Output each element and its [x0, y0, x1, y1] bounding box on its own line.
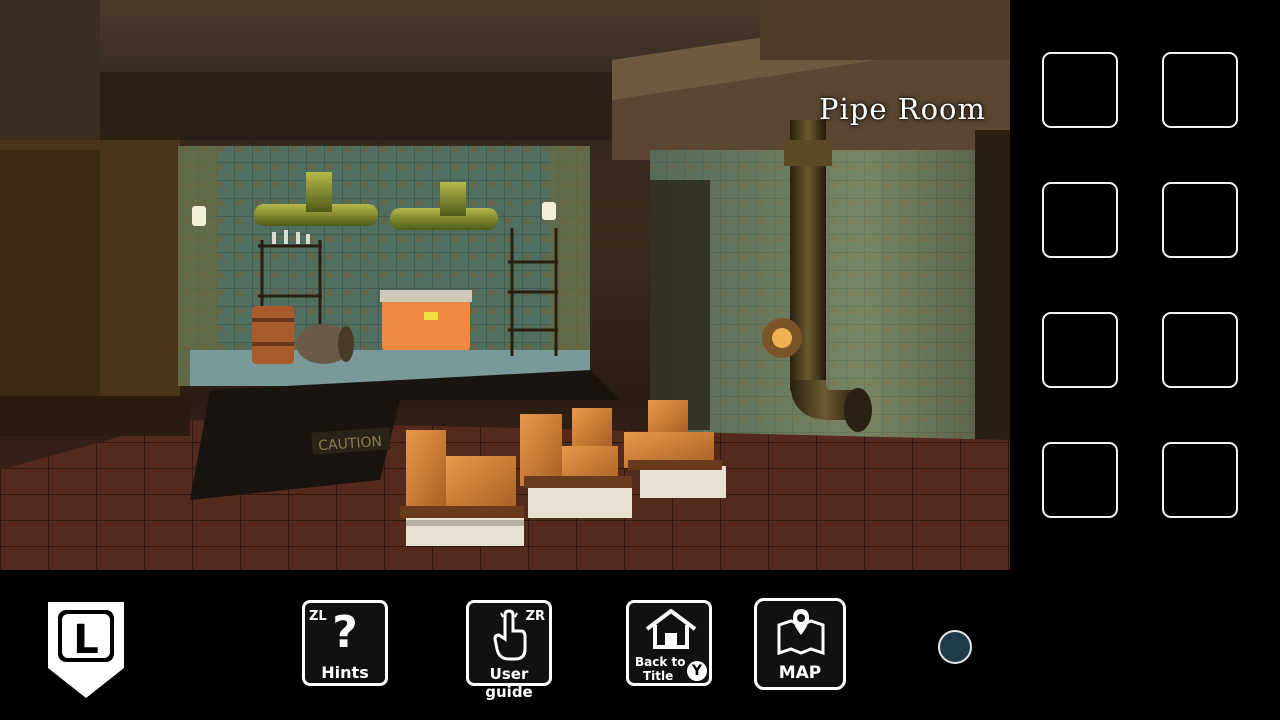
inventory-panel	[1042, 52, 1238, 518]
y-badge: Y	[687, 661, 707, 681]
map-icon	[777, 609, 825, 656]
back-to-title-label-line1: Back to	[635, 655, 686, 669]
pointing-hand-icon	[493, 609, 527, 661]
status-indicator-dot[interactable]	[938, 630, 972, 664]
map-button[interactable]: MAP	[754, 598, 846, 690]
inventory-slot-2[interactable]	[1162, 52, 1238, 128]
inventory-slot-6[interactable]	[1162, 312, 1238, 388]
back-to-title-button[interactable]: Back to Title Y	[626, 600, 712, 686]
inventory-slot-8[interactable]	[1162, 442, 1238, 518]
hints-label: Hints	[321, 663, 369, 682]
inventory-slot-3[interactable]	[1042, 182, 1118, 258]
pipe-room-illustration: CAUTION	[0, 0, 1010, 570]
inventory-slot-1[interactable]	[1042, 52, 1118, 128]
map-label: MAP	[778, 663, 822, 683]
hints-button[interactable]: ZL ? Hints	[302, 600, 388, 686]
pallet-2	[520, 408, 632, 518]
inventory-slot-7[interactable]	[1042, 442, 1118, 518]
game-scene-view[interactable]: CAUTION Pipe Room	[0, 0, 1010, 570]
room-name-label: Pipe Room	[819, 92, 986, 126]
inventory-slot-4[interactable]	[1162, 182, 1238, 258]
user-guide-button[interactable]: ZR User guide	[466, 600, 552, 701]
back-to-title-label-line2: Title	[643, 669, 674, 683]
l-button-label: L	[73, 617, 99, 663]
home-icon	[645, 609, 697, 649]
user-guide-label: User guide	[485, 665, 533, 701]
inventory-slot-5[interactable]	[1042, 312, 1118, 388]
question-mark-icon: ?	[332, 607, 358, 658]
l-back-button[interactable]: L	[44, 598, 128, 702]
